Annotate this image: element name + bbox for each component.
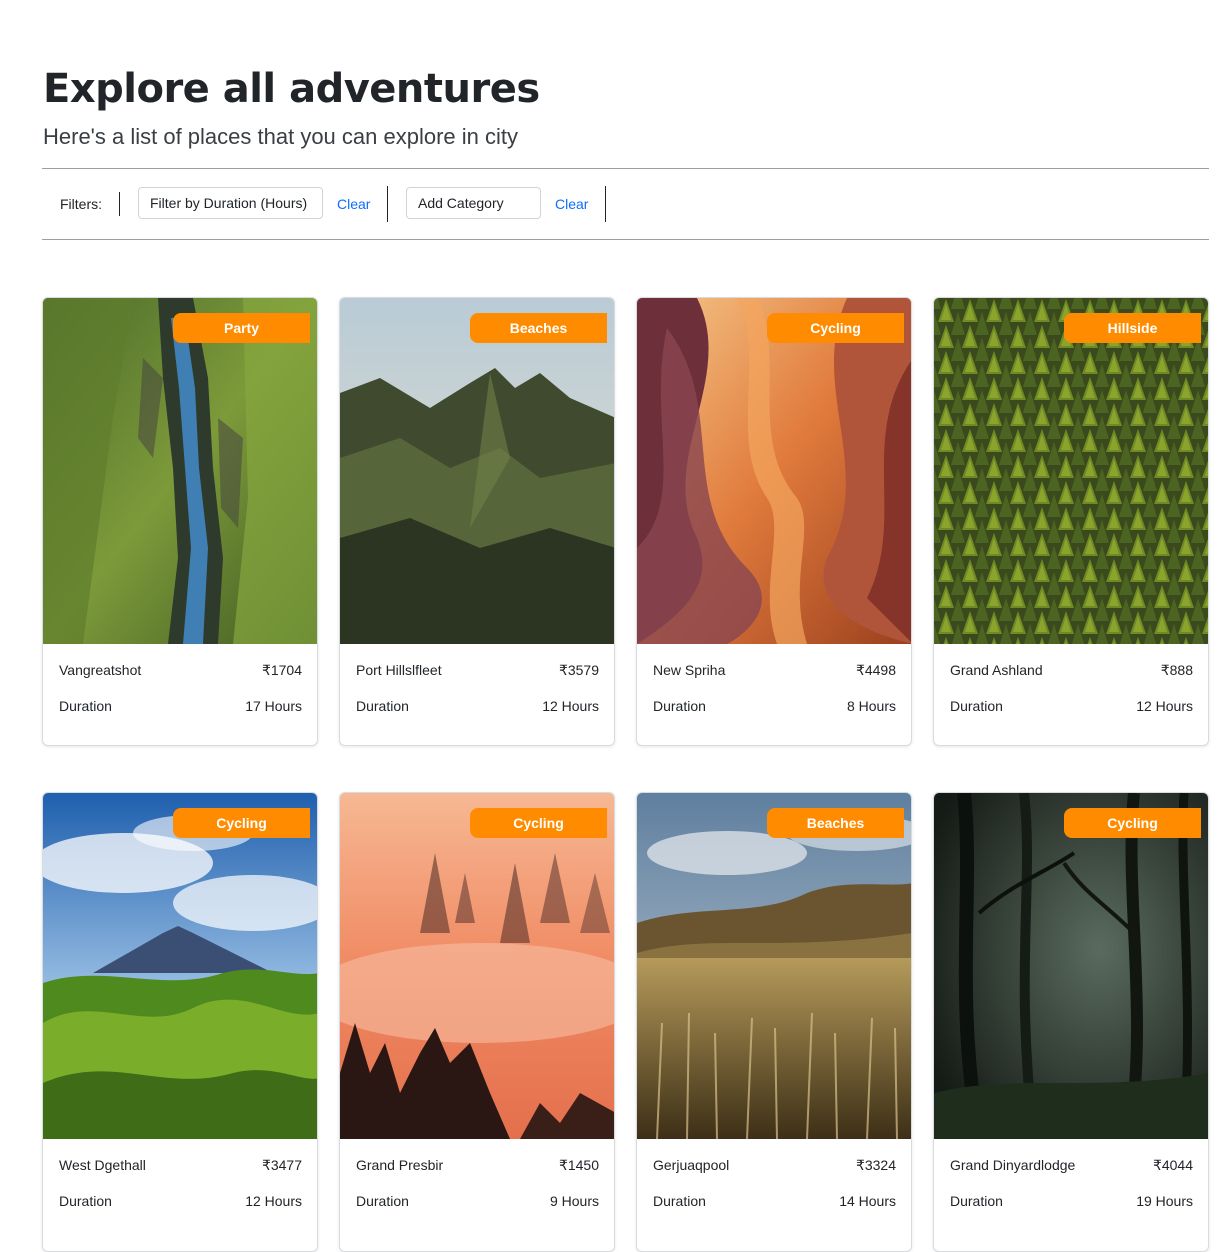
adventure-card[interactable]: Hillside Grand Ashland ₹888 Duration 12 … [933, 297, 1209, 746]
duration-value: 12 Hours [542, 698, 599, 714]
adventure-image: Hillside [934, 298, 1208, 644]
adventure-price: ₹888 [1160, 662, 1193, 678]
adventure-card[interactable]: Cycling West Dgethall ₹3477 Duration 12 … [42, 792, 318, 1252]
adventure-name: Grand Dinyardlodge [950, 1157, 1076, 1173]
adventure-price: ₹3477 [261, 1157, 302, 1173]
adventure-name: Vangreatshot [59, 662, 142, 678]
category-badge: Beaches [767, 808, 904, 838]
duration-filter-select[interactable]: Filter by Duration (Hours) [138, 187, 323, 219]
duration-label: Duration [653, 698, 706, 714]
duration-label: Duration [356, 698, 409, 714]
adventure-name: Port Hillslfleet [356, 662, 442, 678]
duration-value: 14 Hours [839, 1193, 896, 1209]
adventure-name: New Spriha [653, 662, 726, 678]
adventure-card[interactable]: Cycling Grand Dinyardlodge ₹4044 Duratio… [933, 792, 1209, 1252]
category-filter-select[interactable]: Add Category [406, 187, 541, 219]
adventure-name: Gerjuaqpool [653, 1157, 730, 1173]
duration-label: Duration [59, 1193, 112, 1209]
category-badge: Party [173, 313, 310, 343]
category-badge: Hillside [1064, 313, 1201, 343]
duration-value: 17 Hours [245, 698, 302, 714]
duration-label: Duration [356, 1193, 409, 1209]
category-badge: Cycling [173, 808, 310, 838]
adventure-price: ₹3579 [558, 662, 599, 678]
adventure-card[interactable]: Party Vangreatshot ₹1704 Duration 17 Hou… [42, 297, 318, 746]
duration-value: 12 Hours [1136, 698, 1193, 714]
adventure-card[interactable]: Cycling New Spriha ₹4498 Duration 8 Hour… [636, 297, 912, 746]
category-badge: Cycling [1064, 808, 1201, 838]
adventure-image: Beaches [340, 298, 614, 644]
adventure-price: ₹1450 [558, 1157, 599, 1173]
duration-value: 19 Hours [1136, 1193, 1193, 1209]
filters-separator [387, 186, 388, 222]
duration-clear-link[interactable]: Clear [337, 196, 370, 212]
filters-separator [119, 192, 120, 216]
filters-label: Filters: [60, 196, 102, 212]
duration-value: 8 Hours [846, 698, 896, 714]
duration-value: 12 Hours [245, 1193, 302, 1209]
adventure-image: Cycling [637, 298, 911, 644]
adventure-price: ₹3324 [855, 1157, 896, 1173]
adventure-image: Beaches [637, 793, 911, 1139]
adventure-price: ₹4498 [855, 662, 896, 678]
adventure-card[interactable]: Cycling Grand Presbir ₹1450 Duration 9 H… [339, 792, 615, 1252]
category-badge: Beaches [470, 313, 607, 343]
page-subtitle: Here's a list of places that you can exp… [43, 124, 518, 149]
category-badge: Cycling [470, 808, 607, 838]
adventure-price: ₹1704 [261, 662, 302, 678]
filters-divider-top [42, 168, 1209, 169]
adventure-image: Party [43, 298, 317, 644]
adventure-price: ₹4044 [1152, 1157, 1193, 1173]
adventure-image: Cycling [934, 793, 1208, 1139]
duration-label: Duration [59, 698, 112, 714]
duration-label: Duration [950, 698, 1003, 714]
filters-divider-bottom [42, 239, 1209, 240]
adventure-name: West Dgethall [59, 1157, 146, 1173]
category-badge: Cycling [767, 313, 904, 343]
duration-value: 9 Hours [549, 1193, 599, 1209]
category-clear-link[interactable]: Clear [555, 196, 588, 212]
duration-label: Duration [653, 1193, 706, 1209]
filters-separator [605, 186, 606, 222]
adventure-card[interactable]: Beaches Port Hillslfleet ₹3579 Duration … [339, 297, 615, 746]
adventures-page: Explore all adventures Here's a list of … [0, 0, 1231, 1252]
adventure-card[interactable]: Beaches Gerjuaqpool ₹3324 Duration 14 Ho… [636, 792, 912, 1252]
adventure-image: Cycling [340, 793, 614, 1139]
page-title: Explore all adventures [43, 66, 540, 112]
adventure-name: Grand Presbir [356, 1157, 444, 1173]
adventure-name: Grand Ashland [950, 662, 1043, 678]
duration-label: Duration [950, 1193, 1003, 1209]
adventure-image: Cycling [43, 793, 317, 1139]
